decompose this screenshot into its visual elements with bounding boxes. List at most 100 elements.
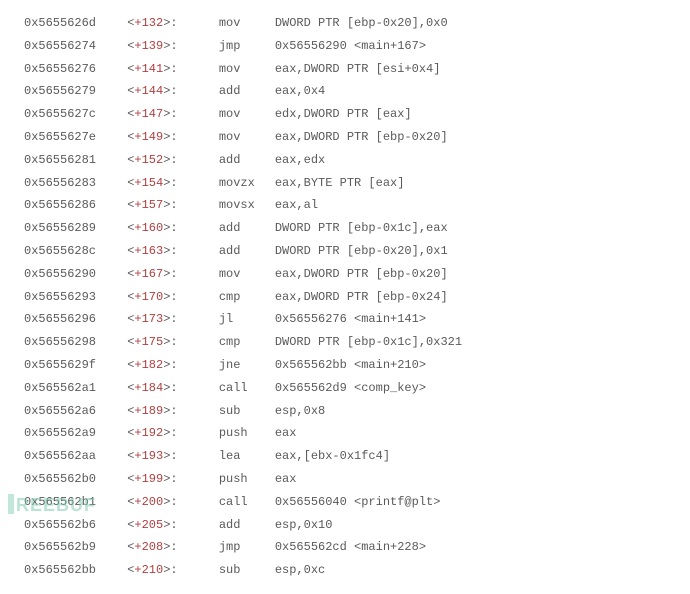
offset: <+189>: [127,400,197,423]
mnemonic: jne [219,354,275,377]
address: 0x56556286 [24,194,120,217]
asm-row: 0x56556283 <+154>: movzxeax,BYTE PTR [ea… [24,172,666,195]
operands: 0x56556040 <printf@plt> [275,495,441,509]
offset: <+160>: [127,217,197,240]
disassembly-listing: 0x5655626d <+132>: movDWORD PTR [ebp-0x2… [24,12,666,582]
address: 0x56556276 [24,58,120,81]
address: 0x56556290 [24,263,120,286]
operands: esp,0x10 [275,518,333,532]
address: 0x5655629f [24,354,120,377]
address: 0x565562a6 [24,400,120,423]
asm-row: 0x5655627e <+149>: moveax,DWORD PTR [ebp… [24,126,666,149]
mnemonic: call [219,377,275,400]
address: 0x5655628c [24,240,120,263]
mnemonic: add [219,240,275,263]
offset: <+163>: [127,240,197,263]
operands: 0x56556290 <main+167> [275,39,426,53]
offset: <+132>: [127,12,197,35]
asm-row: 0x56556293 <+170>: cmpeax,DWORD PTR [ebp… [24,286,666,309]
address: 0x56556289 [24,217,120,240]
mnemonic: add [219,514,275,537]
operands: eax [275,472,297,486]
operands: eax,al [275,198,318,212]
mnemonic: push [219,468,275,491]
offset: <+210>: [127,559,197,582]
offset: <+167>: [127,263,197,286]
offset: <+184>: [127,377,197,400]
operands: edx,DWORD PTR [eax] [275,107,412,121]
mnemonic: mov [219,12,275,35]
mnemonic: movzx [219,172,275,195]
asm-row: 0x56556276 <+141>: moveax,DWORD PTR [esi… [24,58,666,81]
mnemonic: movsx [219,194,275,217]
asm-row: 0x56556286 <+157>: movsxeax,al [24,194,666,217]
mnemonic: mov [219,263,275,286]
offset: <+154>: [127,172,197,195]
asm-row: 0x5655626d <+132>: movDWORD PTR [ebp-0x2… [24,12,666,35]
asm-row: 0x56556298 <+175>: cmpDWORD PTR [ebp-0x1… [24,331,666,354]
operands: 0x565562cd <main+228> [275,540,426,554]
asm-row: 0x56556279 <+144>: addeax,0x4 [24,80,666,103]
operands: eax,DWORD PTR [ebp-0x20] [275,267,448,281]
operands: eax,edx [275,153,325,167]
mnemonic: cmp [219,286,275,309]
operands: DWORD PTR [ebp-0x20],0x1 [275,244,448,258]
watermark-text: REEBUF [16,495,96,515]
address: 0x5655627c [24,103,120,126]
asm-row: 0x565562a9 <+192>: pusheax [24,422,666,445]
offset: <+139>: [127,35,197,58]
address: 0x565562b9 [24,536,120,559]
address: 0x56556296 [24,308,120,331]
offset: <+149>: [127,126,197,149]
address: 0x5655627e [24,126,120,149]
mnemonic: add [219,80,275,103]
mnemonic: push [219,422,275,445]
offset: <+147>: [127,103,197,126]
mnemonic: add [219,217,275,240]
asm-row: 0x565562b1 <+200>: call0x56556040 <print… [24,491,666,514]
address: 0x565562bb [24,559,120,582]
address: 0x56556293 [24,286,120,309]
mnemonic: jl [219,308,275,331]
address: 0x56556283 [24,172,120,195]
operands: 0x565562bb <main+210> [275,358,426,372]
watermark: REEBUF [8,488,96,522]
asm-row: 0x565562b6 <+205>: addesp,0x10 [24,514,666,537]
asm-row: 0x56556290 <+167>: moveax,DWORD PTR [ebp… [24,263,666,286]
asm-row: 0x5655628c <+163>: addDWORD PTR [ebp-0x2… [24,240,666,263]
mnemonic: jmp [219,536,275,559]
asm-row: 0x56556296 <+173>: jl0x56556276 <main+14… [24,308,666,331]
address: 0x565562a9 [24,422,120,445]
operands: eax,BYTE PTR [eax] [275,176,405,190]
operands: eax,[ebx-0x1fc4] [275,449,390,463]
operands: 0x565562d9 <comp_key> [275,381,426,395]
operands: eax,DWORD PTR [ebp-0x24] [275,290,448,304]
offset: <+193>: [127,445,197,468]
offset: <+182>: [127,354,197,377]
offset: <+173>: [127,308,197,331]
asm-row: 0x565562bb <+210>: subesp,0xc [24,559,666,582]
asm-row: 0x565562aa <+193>: leaeax,[ebx-0x1fc4] [24,445,666,468]
asm-row: 0x5655629f <+182>: jne0x565562bb <main+2… [24,354,666,377]
address: 0x56556274 [24,35,120,58]
address: 0x56556298 [24,331,120,354]
asm-row: 0x565562a1 <+184>: call0x565562d9 <comp_… [24,377,666,400]
offset: <+157>: [127,194,197,217]
mnemonic: call [219,491,275,514]
asm-row: 0x56556274 <+139>: jmp0x56556290 <main+1… [24,35,666,58]
mnemonic: sub [219,400,275,423]
offset: <+144>: [127,80,197,103]
operands: DWORD PTR [ebp-0x1c],0x321 [275,335,462,349]
mnemonic: add [219,149,275,172]
offset: <+199>: [127,468,197,491]
operands: eax,DWORD PTR [esi+0x4] [275,62,441,76]
asm-row: 0x565562b0 <+199>: pusheax [24,468,666,491]
offset: <+170>: [127,286,197,309]
operands: DWORD PTR [ebp-0x20],0x0 [275,16,448,30]
offset: <+208>: [127,536,197,559]
address: 0x5655626d [24,12,120,35]
offset: <+175>: [127,331,197,354]
asm-row: 0x565562b9 <+208>: jmp0x565562cd <main+2… [24,536,666,559]
offset: <+200>: [127,491,197,514]
operands: esp,0x8 [275,404,325,418]
